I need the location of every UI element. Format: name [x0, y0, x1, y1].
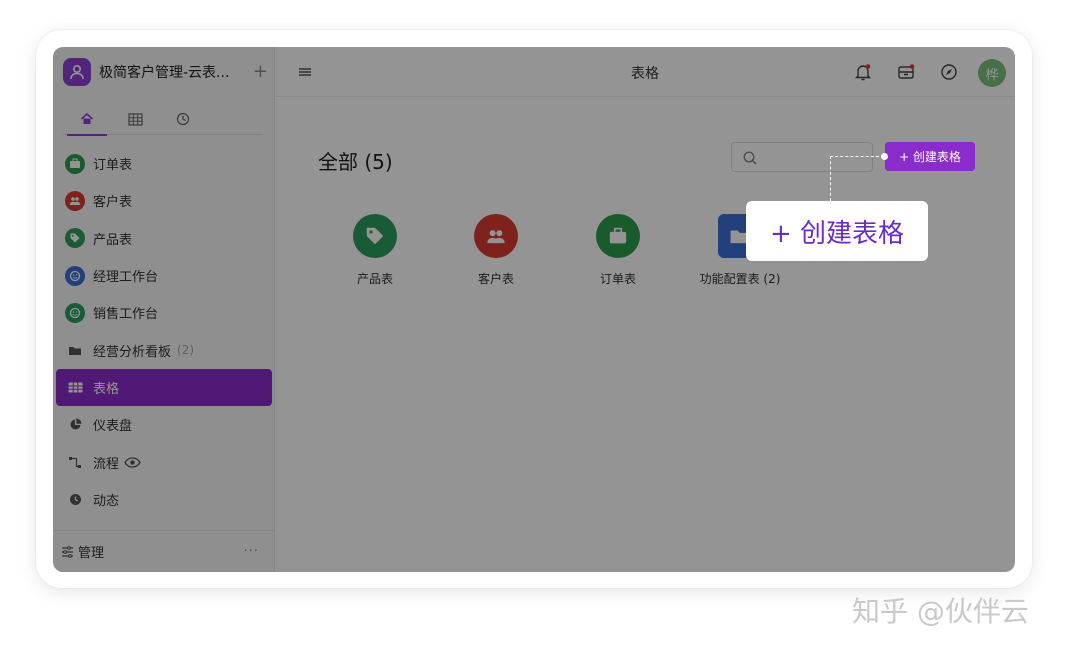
- bell-icon[interactable]: [853, 62, 873, 82]
- tab-tables[interactable]: [111, 103, 159, 135]
- home-icon: [80, 112, 94, 124]
- sidebar-item-analysis-board[interactable]: 经营分析看板 (2): [56, 331, 272, 368]
- sidebar-item-count: (2): [177, 343, 195, 358]
- tile-label: 客户表: [477, 272, 514, 286]
- clock-icon: [65, 489, 85, 509]
- avatar[interactable]: 桦: [978, 59, 1006, 87]
- eye-icon: [124, 456, 141, 468]
- sidebar-item-label: 动态: [93, 493, 120, 509]
- table-tiles: 产品表 客户表 订单表 功能配置表 (2): [315, 214, 815, 294]
- sidebar-item-label: 经营分析看板: [93, 344, 172, 360]
- sidebar-item-workflow[interactable]: 流程: [56, 443, 272, 480]
- sidebar-item-label: 流程: [93, 456, 120, 472]
- sidebar-item-label: 订单表: [93, 158, 133, 174]
- sidebar-item-customers[interactable]: 客户表: [56, 182, 272, 219]
- folder-icon: [65, 340, 85, 360]
- create-table-button-highlight[interactable]: + 创建表格: [885, 142, 975, 171]
- sidebar-footer: 管理 ···: [53, 530, 275, 572]
- face-icon: [65, 265, 85, 286]
- sidebar-item-label: 表格: [93, 381, 120, 397]
- sidebar-item-label: 产品表: [93, 232, 133, 248]
- callout-leader-line: [830, 156, 884, 157]
- add-app-button[interactable]: +: [253, 63, 268, 81]
- users-icon: [65, 190, 85, 211]
- smile-icon: [65, 302, 85, 323]
- tile-customers[interactable]: 客户表: [436, 214, 556, 287]
- sidebar-item-label: 销售工作台: [93, 307, 159, 323]
- callout-leader-line: [830, 156, 831, 201]
- tile-orders[interactable]: 订单表: [558, 214, 678, 287]
- sidebar-tabs: [63, 103, 263, 136]
- sidebar-item-label: 客户表: [93, 195, 133, 211]
- callout-anchor-dot: [881, 153, 888, 160]
- table-icon: [65, 377, 85, 397]
- manage-link[interactable]: 管理: [78, 542, 104, 561]
- briefcase-icon: [65, 153, 85, 174]
- sidebar: 极简客户管理-云表... + 订单表 客户表 产品表 经理工作台 销售工作台 经…: [53, 47, 275, 572]
- callout-label: + 创建表格: [746, 201, 928, 261]
- sidebar-item-activity[interactable]: 动态: [56, 481, 272, 518]
- sliders-icon: [61, 545, 74, 558]
- clock-icon: [176, 112, 190, 126]
- watermark: 知乎 @伙伴云: [852, 595, 1029, 628]
- tag-icon: [353, 214, 397, 258]
- top-bar: 表格 桦: [275, 47, 1015, 97]
- sidebar-item-dashboard[interactable]: 仪表盘: [56, 406, 272, 443]
- briefcase-icon: [596, 214, 640, 258]
- sidebar-item-orders[interactable]: 订单表: [56, 145, 272, 182]
- sidebar-nav: 订单表 客户表 产品表 经理工作台 销售工作台 经营分析看板 (2) 表格 仪表…: [56, 145, 272, 518]
- app-header[interactable]: 极简客户管理-云表... +: [63, 56, 268, 88]
- search-icon: [743, 151, 757, 165]
- sidebar-item-tables[interactable]: 表格: [56, 368, 272, 407]
- more-button[interactable]: ···: [244, 544, 259, 559]
- sidebar-item-sales-workbench[interactable]: 销售工作台: [56, 294, 272, 331]
- section-title: 全部 (5): [318, 150, 393, 174]
- tile-products[interactable]: 产品表: [315, 214, 435, 287]
- tag-icon: [65, 228, 85, 249]
- users-icon: [474, 214, 518, 258]
- flow-icon: [65, 452, 85, 472]
- sidebar-item-manager-workbench[interactable]: 经理工作台: [56, 257, 272, 294]
- tab-home[interactable]: [63, 103, 111, 136]
- compass-icon[interactable]: [939, 62, 959, 82]
- tile-label: 产品表: [356, 272, 393, 286]
- sidebar-item-products[interactable]: 产品表: [56, 220, 272, 257]
- tile-label: 订单表: [599, 272, 636, 286]
- sidebar-item-label: 经理工作台: [93, 270, 159, 286]
- app-title: 极简客户管理-云表...: [99, 65, 230, 81]
- tab-recent[interactable]: [159, 103, 207, 135]
- grid-icon: [127, 112, 143, 126]
- app-window: 极简客户管理-云表... + 订单表 客户表 产品表 经理工作台 销售工作台 经…: [53, 47, 1015, 572]
- pie-chart-icon: [65, 415, 85, 435]
- tile-label: 功能配置表 (2): [699, 272, 781, 286]
- main-content: 表格 桦 全部 (5) + 创建表格 产品表 客户表 订单表: [275, 47, 1015, 572]
- app-logo-icon: [63, 58, 91, 86]
- search-input[interactable]: [731, 142, 873, 172]
- inbox-icon[interactable]: [896, 62, 916, 82]
- sidebar-item-label: 仪表盘: [93, 419, 133, 435]
